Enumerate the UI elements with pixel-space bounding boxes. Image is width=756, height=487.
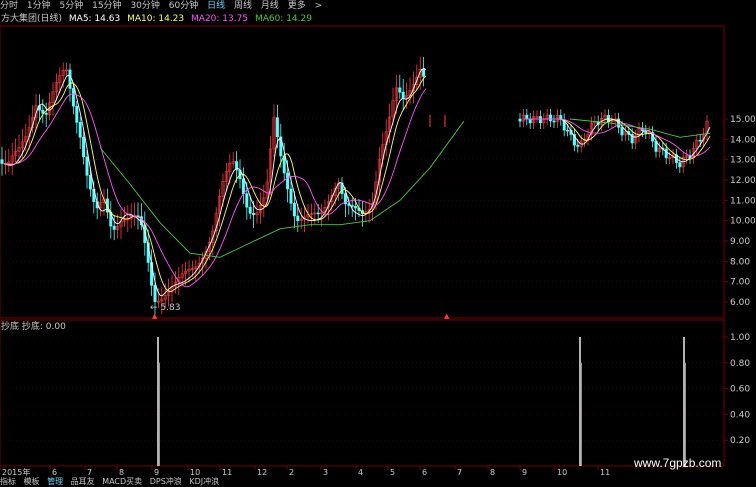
bottom-item-dps[interactable]: DPS冲浪 [150,476,182,487]
candle-body [68,69,72,89]
candle-body [528,118,532,124]
price-tick-label: 11.00 [730,196,756,206]
candle-body [398,87,402,93]
indicator-legend: 抄底 抄底: 0.00 [1,322,66,332]
candle-body [88,175,92,190]
candle-body [282,155,286,174]
bottom-item-macd[interactable]: MACD买卖 [102,476,142,487]
price-tick-label: 14.00 [730,135,756,145]
ma-lines [3,67,711,297]
candle-body [289,188,293,204]
candle-body [286,172,290,190]
candle-body [678,162,682,168]
price-tick-label: 8.00 [730,257,750,267]
bottom-item-kdj[interactable]: KDJ冲浪 [189,476,219,487]
bottom-item-manage[interactable]: 管理 [47,476,63,487]
candle-body [292,203,296,217]
candle-body [153,285,157,302]
bottom-toolbar: 指标 模板 管理 品耳友 MACD买卖 DPS冲浪 KDJ冲浪 [0,476,756,487]
candle-body [85,156,89,176]
price-tick-label: 10.00 [730,217,756,227]
bottom-item-template[interactable]: 模板 [24,476,40,487]
candle-body [576,144,580,147]
candle-body [552,120,556,123]
candle-body [0,159,4,164]
low-price-label: ← 5.83 [150,303,180,313]
price-axis: 15.00 14.00 13.00 12.00 11.00 10.00 9.00 8.00 7.… [724,115,756,308]
bottom-item-pinerr[interactable]: 品耳友 [71,476,95,487]
price-tick-label: 7.00 [730,278,750,288]
price-tick-label: 9.00 [730,237,750,247]
indicator-tick-label: 0.20 [730,436,750,446]
bottom-item-indicator[interactable]: 指标 [0,476,16,487]
price-tick-label: 12.00 [730,176,756,186]
price-tick-label: 15.00 [730,115,756,125]
indicator-bars [157,337,686,466]
candle-body [296,215,300,221]
candles [0,56,709,315]
candle-body [71,88,75,107]
candle-body [248,206,252,214]
candle-body [664,148,668,159]
price-tick-label: 13.00 [730,156,756,166]
candle-body [354,206,358,209]
candle-body [82,136,86,158]
candle-body [78,122,82,138]
candle-body [525,114,529,120]
candle-body [549,114,553,122]
candle-body [275,117,279,138]
indicator-tick-label: 0.40 [730,410,750,420]
kline-chart[interactable]: 15.00 14.00 13.00 12.00 11.00 10.00 9.00 8.00 7.… [0,0,756,487]
candle-body [241,178,245,194]
candle-body [245,193,249,208]
candle-body [112,225,116,230]
candle-body [252,213,256,216]
indicator-tick-label: 1.00 [730,333,750,343]
candle-body [401,91,405,99]
candle-body [566,129,570,132]
indicator-axis: 1.00 0.80 0.60 0.40 0.20 [724,333,750,446]
ma5-line [3,67,427,297]
indicator-pane-frame [0,319,725,467]
candle-body [698,139,702,142]
indicator-grid [0,336,724,441]
candle-body [422,68,426,77]
watermark: www.7gpzb.com [634,456,722,470]
candle-body [518,118,522,122]
candle-body [75,105,79,123]
signal-marker: ▲ [152,312,158,320]
candle-body [538,116,542,124]
price-tick-label: 6.00 [730,298,750,308]
main-pane-frame [0,25,725,319]
signal-marker: ▲ [444,312,450,320]
indicator-tick-label: 0.80 [730,359,750,369]
indicator-tick-label: 0.60 [730,385,750,395]
candle-body [316,212,320,215]
candle-body [620,127,624,136]
candle-body [44,112,48,115]
